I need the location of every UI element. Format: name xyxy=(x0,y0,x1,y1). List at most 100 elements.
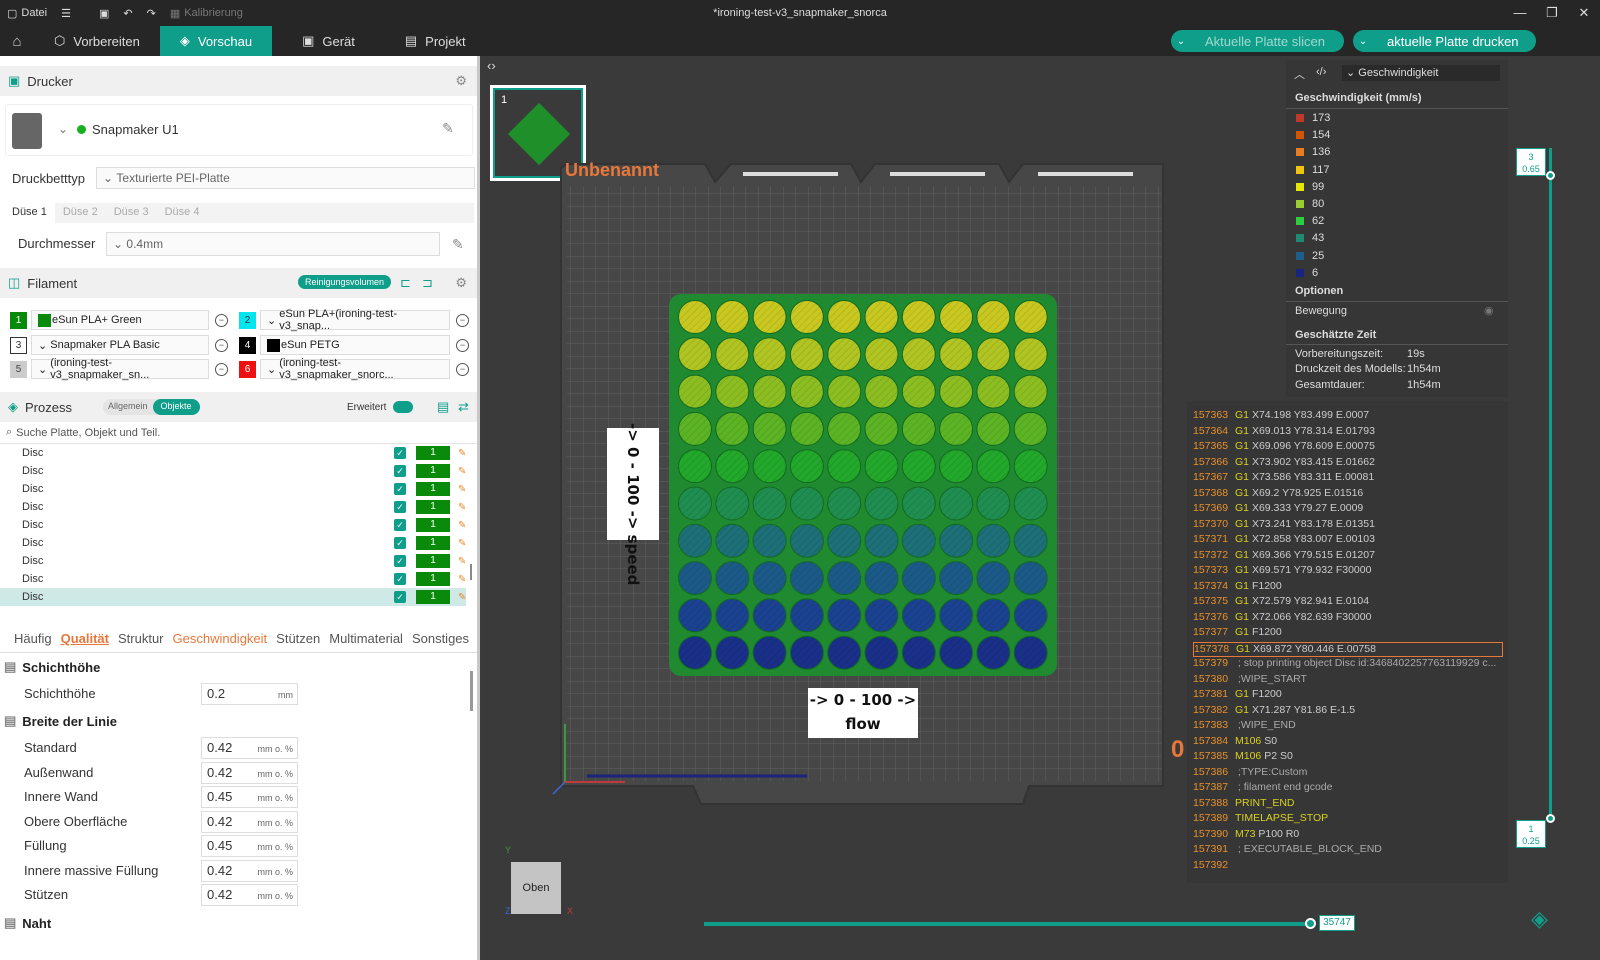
tab-quality[interactable]: Qualität xyxy=(61,631,109,646)
gcode-line[interactable]: 157365 G1 X69.096 Y78.609 E.00075 xyxy=(1193,440,1503,455)
param-input[interactable]: 0.42 mm o. % xyxy=(201,762,298,784)
layers-stack-icon[interactable]: ◈ xyxy=(1531,906,1548,932)
visibility-checkbox[interactable]: ✓ xyxy=(394,555,406,567)
gcode-line[interactable]: 157371 G1 X72.858 Y83.007 E.00103 xyxy=(1193,533,1503,548)
layer-slider-bottom-handle[interactable] xyxy=(1546,814,1555,823)
gcode-line[interactable]: 157390 M73 P100 R0 xyxy=(1193,828,1503,843)
gcode-line[interactable]: 157389 TIMELAPSE_STOP xyxy=(1193,812,1503,827)
code-icon[interactable]: ‹/› xyxy=(1316,66,1326,78)
edit-settings-icon[interactable]: ✎ xyxy=(458,484,466,495)
visibility-checkbox[interactable]: ✓ xyxy=(394,519,406,531)
gcode-line[interactable]: 157368 G1 X69.2 Y78.925 E.01516 xyxy=(1193,487,1503,502)
remove-filament-icon[interactable]: − xyxy=(456,362,469,376)
settings-sliders-icon[interactable]: ⚙ xyxy=(455,73,467,89)
filament-slot[interactable]: 3 ⌄ Snapmaker PLA Basic − xyxy=(10,334,228,356)
maximize-icon[interactable]: ❐ xyxy=(1536,0,1568,26)
tab-speed[interactable]: Geschwindigkeit xyxy=(173,631,268,646)
eye-icon[interactable]: ◉ xyxy=(1484,304,1494,317)
tab-multimaterial[interactable]: Multimaterial xyxy=(329,631,403,646)
gcode-line[interactable]: 157387 ; filament end gcode xyxy=(1193,781,1503,796)
move-slider-handle[interactable] xyxy=(1305,918,1316,929)
minimize-icon[interactable]: — xyxy=(1504,0,1536,26)
search-input[interactable]: Suche Platte, Objekt und Teil. xyxy=(16,427,160,439)
extruder-badge[interactable]: 1 xyxy=(416,500,450,514)
gcode-line[interactable]: 157379 ; stop printing object Disc id:34… xyxy=(1193,657,1503,672)
compare-icon[interactable]: ⇄ xyxy=(458,399,469,415)
param-input[interactable]: 0.2 mm xyxy=(201,683,298,705)
view-type-select[interactable]: ⌄ Geschwindigkeit xyxy=(1342,65,1500,81)
list-scrollbar[interactable] xyxy=(470,564,472,580)
filament-slot[interactable]: 1 eSun PLA+ Green − xyxy=(10,309,228,331)
toggle-objects[interactable]: Objekte xyxy=(152,399,200,415)
param-input[interactable]: 0.42 mm o. % xyxy=(201,884,298,906)
gcode-line[interactable]: 157366 G1 X73.902 Y83.415 E.01662 xyxy=(1193,456,1503,471)
filament-select[interactable]: ⌄ Snapmaker PLA Basic xyxy=(31,335,209,355)
list-item[interactable]: Disc ✓ 1 ✎ xyxy=(0,444,466,462)
gcode-line[interactable]: 157385 M106 P2 S0 xyxy=(1193,750,1503,765)
chevron-down-icon[interactable]: ⌄ xyxy=(58,122,68,136)
list-item[interactable]: Disc ✓ 1 ✎ xyxy=(0,498,466,516)
list-item[interactable]: Disc ✓ 1 ✎ xyxy=(0,570,466,588)
tab-nozzle-2[interactable]: Düse 2 xyxy=(55,203,106,223)
gcode-line[interactable]: 157377 G1 F1200 xyxy=(1193,626,1503,641)
edit-icon[interactable]: ✎ xyxy=(442,120,454,137)
option-travel[interactable]: Bewegung xyxy=(1295,305,1347,317)
edit-settings-icon[interactable]: ✎ xyxy=(458,520,466,531)
edit-settings-icon[interactable]: ✎ xyxy=(458,574,466,585)
global-objects-toggle[interactable]: Allgemein Objekte xyxy=(103,399,200,415)
filament-select[interactable]: eSun PLA+ Green xyxy=(31,310,209,330)
tab-nozzle-1[interactable]: Düse 1 xyxy=(4,203,55,223)
home-icon[interactable]: ⌂ xyxy=(0,33,34,50)
slice-plate-button[interactable]: ⌄ Aktuelle Platte slicen xyxy=(1171,30,1344,52)
list-view-icon[interactable]: ▤ xyxy=(437,399,449,415)
close-icon[interactable]: ✕ xyxy=(1568,0,1600,26)
extruder-badge[interactable]: 1 xyxy=(416,446,450,460)
extruder-badge[interactable]: 1 xyxy=(416,554,450,568)
gcode-line[interactable]: 157391 ; EXECUTABLE_BLOCK_END xyxy=(1193,843,1503,858)
gcode-line[interactable]: 157383 ;WIPE_END xyxy=(1193,719,1503,734)
filament-slot[interactable]: 5 ⌄ (ironing-test-v3_snapmaker_sn... − xyxy=(10,357,228,381)
advanced-toggle[interactable] xyxy=(393,401,413,413)
tab-others[interactable]: Sonstiges xyxy=(412,631,469,646)
save-icon[interactable]: ▣ xyxy=(92,7,116,20)
edit-settings-icon[interactable]: ✎ xyxy=(458,592,466,603)
settings-sliders-icon[interactable]: ⚙ xyxy=(455,275,467,291)
list-item[interactable]: Disc ✓ 1 ✎ xyxy=(0,552,466,570)
list-item[interactable]: Disc ✓ 1 ✎ xyxy=(0,534,466,552)
tab-nozzle-4[interactable]: Düse 4 xyxy=(157,203,208,223)
gcode-line[interactable]: 157392 xyxy=(1193,859,1503,874)
edit-settings-icon[interactable]: ✎ xyxy=(458,556,466,567)
menu-icon[interactable]: ☰ xyxy=(54,7,78,20)
gcode-line[interactable]: 157364 G1 X69.013 Y78.314 E.01793 xyxy=(1193,425,1503,440)
extruder-badge[interactable]: 1 xyxy=(416,464,450,478)
print-plate-button[interactable]: ⌄ aktuelle Platte drucken xyxy=(1353,30,1536,52)
gcode-line[interactable]: 157367 G1 X73.586 Y83.311 E.00081 xyxy=(1193,471,1503,486)
extruder-badge[interactable]: 1 xyxy=(416,518,450,532)
view-cube[interactable]: Oben xyxy=(511,862,561,914)
gcode-line[interactable]: 157386 ;TYPE:Custom xyxy=(1193,766,1503,781)
calibration-menu[interactable]: ▦ Kalibrierung xyxy=(163,7,250,20)
filament-select[interactable]: eSun PETG xyxy=(260,335,450,355)
toggle-global[interactable]: Allgemein xyxy=(103,399,153,415)
gcode-line[interactable]: 157376 G1 X72.066 Y82.639 F30000 xyxy=(1193,611,1503,626)
visibility-checkbox[interactable]: ✓ xyxy=(394,501,406,513)
extruder-badge[interactable]: 1 xyxy=(416,482,450,496)
redo-icon[interactable]: ↷ xyxy=(140,7,163,20)
edit-settings-icon[interactable]: ✎ xyxy=(458,538,466,549)
gcode-line[interactable]: 157373 G1 X69.571 Y79.932 F30000 xyxy=(1193,564,1503,579)
param-input[interactable]: 0.45 mm o. % xyxy=(201,786,298,808)
param-input[interactable]: 0.45 mm o. % xyxy=(201,835,298,857)
tab-nozzle-3[interactable]: Düse 3 xyxy=(106,203,157,223)
chevron-down-icon[interactable]: ⌄ xyxy=(1353,31,1373,51)
chevron-down-icon[interactable]: ⌄ xyxy=(1171,31,1191,51)
edit-settings-icon[interactable]: ✎ xyxy=(458,448,466,459)
settings-scrollbar[interactable] xyxy=(470,671,473,711)
purge-volume-button[interactable]: Reinigungsvolumen xyxy=(298,275,392,289)
list-item[interactable]: Disc ✓ 1 ✎ xyxy=(0,480,466,498)
list-item-selected[interactable]: Disc ✓ 1 ✎ xyxy=(0,588,466,606)
edit-icon[interactable]: ✎ xyxy=(452,236,464,253)
bed-type-select[interactable]: ⌄ Texturierte PEI-Platte xyxy=(96,167,475,189)
filament-slot[interactable]: 6 ⌄ (ironing-test-v3_snapmaker_snorc... … xyxy=(239,357,469,381)
collapse-icon[interactable]: ︿ xyxy=(1294,66,1305,82)
gcode-line[interactable]: 157375 G1 X72.579 Y82.941 E.0104 xyxy=(1193,595,1503,610)
